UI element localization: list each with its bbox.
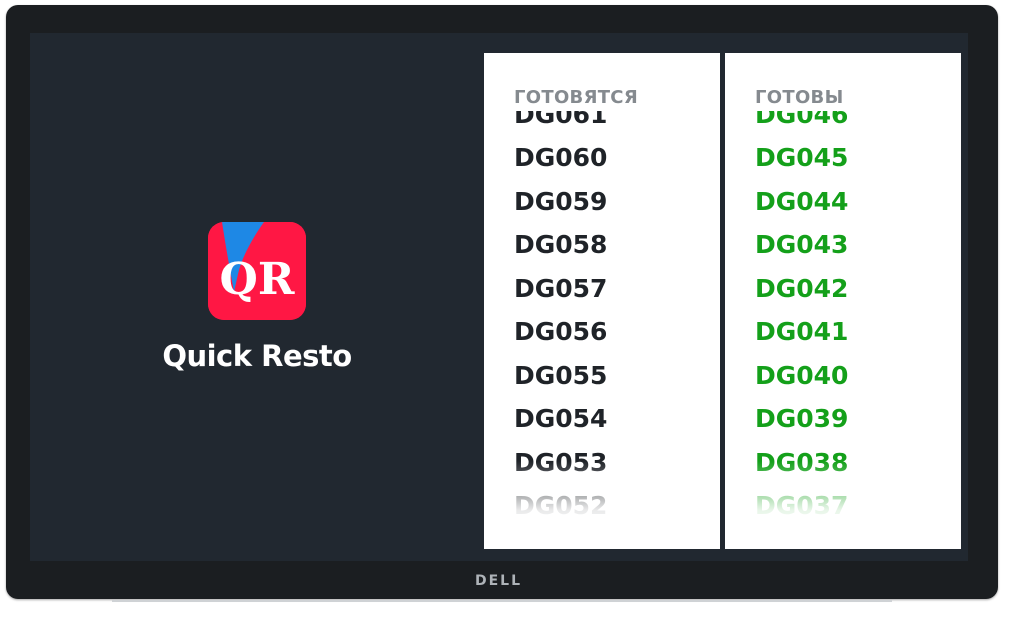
cooking-order: DG057 [514,274,608,303]
cooking-order: DG055 [514,361,608,390]
cooking-order: DG061 [514,111,608,129]
cooking-panel: ГОТОВЯТСЯ DG061 DG060 DG059 DG058 DG057 … [484,53,720,549]
app-name: Quick Resto [162,339,352,373]
cooking-order: DG056 [514,317,608,346]
ready-order: DG044 [755,187,849,216]
quick-resto-logo-icon: QR [208,222,306,320]
dell-logo: DELL [475,573,523,589]
monitor-stand-edge [112,600,892,602]
cooking-order: DG054 [514,404,608,433]
order-status-screen: QR Quick Resto ГОТОВЯТСЯ DG061 DG060 DG0… [30,33,968,561]
ready-orders-list: DG046 DG045 DG044 DG043 DG042 DG041 DG04… [755,111,955,531]
ready-order: DG042 [755,274,849,303]
ready-order: DG041 [755,317,849,346]
ready-order: DG045 [755,143,849,172]
ready-header: ГОТОВЫ [755,87,844,108]
cooking-order: DG053 [514,448,608,477]
logo-lettering: QR [220,254,295,305]
ready-panel: ГОТОВЫ DG046 DG045 DG044 DG043 DG042 DG0… [725,53,961,549]
ready-order: DG037 [755,491,849,520]
cooking-order: DG060 [514,143,608,172]
ready-order: DG038 [755,448,849,477]
cooking-order: DG058 [514,230,608,259]
cooking-orders-list: DG061 DG060 DG059 DG058 DG057 DG056 DG05… [514,111,714,531]
cooking-header: ГОТОВЯТСЯ [514,87,638,108]
cooking-order: DG052 [514,491,608,520]
ready-order: DG043 [755,230,849,259]
ready-order: DG040 [755,361,849,390]
ready-order: DG046 [755,111,849,129]
cooking-order: DG059 [514,187,608,216]
ready-order: DG039 [755,404,849,433]
